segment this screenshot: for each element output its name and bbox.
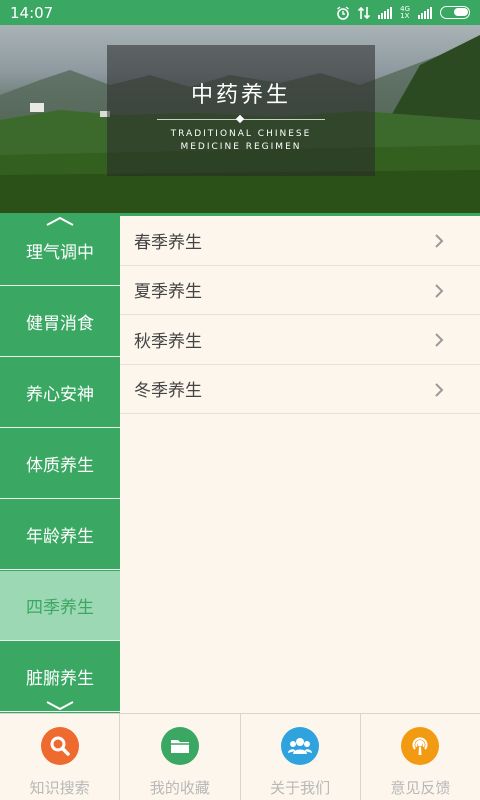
chevron-right-icon bbox=[435, 283, 444, 298]
list-item-autumn[interactable]: 秋季养生 bbox=[120, 315, 480, 365]
sidebar-item-label: 脏腑养生 bbox=[26, 669, 94, 689]
list-item-spring[interactable]: 春季养生 bbox=[120, 216, 480, 266]
season-list: 春季养生 夏季养生 秋季养生 冬季养生 bbox=[120, 216, 480, 414]
sidebar-item-tizhi[interactable]: 体质养生 bbox=[0, 429, 120, 499]
alarm-icon bbox=[337, 5, 350, 20]
chevron-right-icon bbox=[435, 333, 444, 347]
nav-knowledge-search[interactable]: 知识搜索 bbox=[0, 714, 121, 800]
banner-subtitle-line2: MEDICINE REGIMEN bbox=[180, 142, 302, 152]
sidebar-item-jianwei[interactable]: 健胃消食 bbox=[0, 287, 120, 357]
sidebar-item-nianling[interactable]: 年龄养生 bbox=[0, 500, 120, 570]
nav-about-us[interactable]: 关于我们 bbox=[241, 714, 361, 800]
banner-subtitle: TRADITIONAL CHINESE MEDICINE REGIMEN bbox=[107, 128, 375, 154]
list-item-label: 春季养生 bbox=[134, 232, 202, 253]
nav-label: 关于我们 bbox=[270, 779, 331, 797]
chevron-down-icon[interactable] bbox=[0, 697, 120, 713]
list-item-label: 夏季养生 bbox=[134, 282, 202, 303]
banner-subtitle-line1: TRADITIONAL CHINESE bbox=[170, 129, 312, 139]
banner-divider bbox=[157, 119, 325, 120]
sidebar-item-label: 年龄养生 bbox=[26, 527, 94, 547]
sidebar-item-label: 理气调中 bbox=[26, 243, 94, 263]
banner-title: 中药养生 bbox=[190, 83, 291, 108]
signal-icon-2 bbox=[418, 6, 432, 19]
sidebar-item-siji[interactable]: 四季养生 bbox=[0, 571, 120, 641]
status-bar: 14:07 4G 1X bbox=[0, 0, 480, 25]
nav-label: 知识搜索 bbox=[29, 779, 90, 797]
nav-my-favorites[interactable]: 我的收藏 bbox=[120, 714, 241, 800]
folder-icon bbox=[160, 727, 199, 765]
list-item-label: 秋季养生 bbox=[134, 331, 202, 352]
network-type: 4G 1X bbox=[400, 5, 410, 20]
nav-label: 意见反馈 bbox=[390, 779, 451, 797]
sidebar-item-yangxin[interactable]: 养心安神 bbox=[0, 358, 120, 428]
status-time: 14:07 bbox=[10, 3, 54, 22]
sidebar-item-label: 四季养生 bbox=[26, 598, 94, 618]
data-transfer-icon bbox=[358, 6, 371, 19]
people-icon bbox=[281, 727, 320, 765]
list-item-summer[interactable]: 夏季养生 bbox=[120, 266, 480, 315]
category-sidebar[interactable]: 理气调中 健胃消食 养心安神 体质养生 年龄养生 四季养生 脏腑养生 bbox=[0, 216, 120, 713]
sidebar-item-label: 体质养生 bbox=[26, 456, 94, 476]
bottom-navigation: 知识搜索 我的收藏 关于我们 意见反馈 bbox=[0, 713, 480, 800]
nav-feedback[interactable]: 意见反馈 bbox=[361, 714, 480, 800]
sidebar-item-label: 养心安神 bbox=[26, 385, 94, 405]
search-icon bbox=[40, 727, 79, 765]
nav-label: 我的收藏 bbox=[149, 779, 210, 797]
list-item-winter[interactable]: 冬季养生 bbox=[120, 365, 480, 414]
chevron-right-icon bbox=[435, 234, 444, 248]
sidebar-item-label: 健胃消食 bbox=[26, 314, 94, 334]
status-icons: 4G 1X bbox=[336, 5, 470, 20]
podcast-icon bbox=[401, 727, 440, 765]
battery-icon bbox=[440, 6, 470, 19]
signal-icon bbox=[378, 6, 393, 19]
chevron-up-icon[interactable] bbox=[0, 216, 120, 232]
banner-overlay: 中药养生 TRADITIONAL CHINESE MEDICINE REGIME… bbox=[107, 45, 375, 176]
list-item-label: 冬季养生 bbox=[134, 381, 202, 402]
network-bottom: 1X bbox=[400, 11, 410, 20]
chevron-right-icon bbox=[435, 382, 444, 397]
banner-image: 中药养生 TRADITIONAL CHINESE MEDICINE REGIME… bbox=[0, 25, 480, 213]
